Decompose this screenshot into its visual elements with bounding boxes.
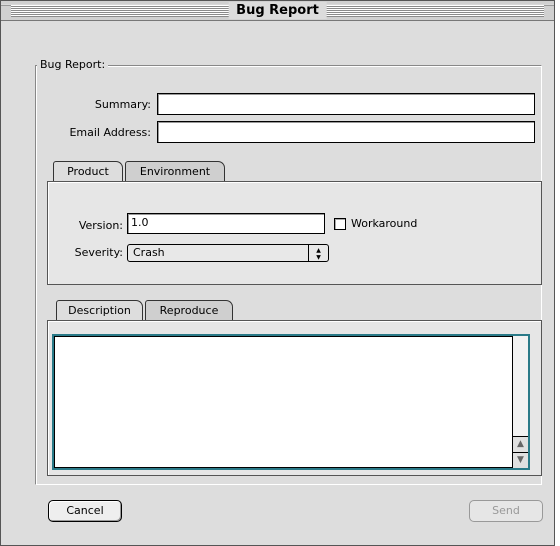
tab-environment[interactable]: Environment xyxy=(125,161,225,182)
severity-value: Crash xyxy=(133,246,165,259)
version-label: Version: xyxy=(78,219,123,232)
summary-input[interactable] xyxy=(157,93,535,115)
severity-label: Severity: xyxy=(74,246,123,259)
scroll-down-icon[interactable]: ▼ xyxy=(513,452,528,468)
tab-description-label: Description xyxy=(68,304,131,317)
tab-environment-label: Environment xyxy=(139,165,211,178)
tab-product[interactable]: Product xyxy=(53,161,123,182)
window-title: Bug Report xyxy=(228,2,327,19)
tab-description[interactable]: Description xyxy=(56,300,143,321)
tab-reproduce[interactable]: Reproduce xyxy=(145,300,233,321)
severity-select[interactable]: Crash ▲ ▼ xyxy=(127,244,329,262)
scroll-up-icon[interactable]: ▲ xyxy=(513,436,528,452)
summary-label: Summary: xyxy=(94,98,151,111)
send-button[interactable]: Send xyxy=(469,500,543,522)
workaround-label: Workaround xyxy=(351,217,418,230)
popup-arrows-icon: ▲ ▼ xyxy=(308,245,328,261)
bug-report-window: Bug Report Bug Report: Summary: Email Ad… xyxy=(0,0,555,546)
tab-reproduce-label: Reproduce xyxy=(159,304,219,317)
cancel-button[interactable]: Cancel xyxy=(48,500,122,522)
tab-product-label: Product xyxy=(67,165,109,178)
description-scrollbar[interactable]: ▲ ▼ xyxy=(512,336,528,468)
email-label: Email Address: xyxy=(69,126,151,139)
workaround-checkbox[interactable] xyxy=(334,218,346,230)
version-field[interactable]: 1.0 xyxy=(127,213,325,234)
title-bar[interactable]: Bug Report xyxy=(1,1,554,21)
email-field[interactable] xyxy=(157,121,535,143)
description-textarea[interactable]: ▲ ▼ xyxy=(52,334,530,470)
group-label: Bug Report: xyxy=(37,58,109,72)
